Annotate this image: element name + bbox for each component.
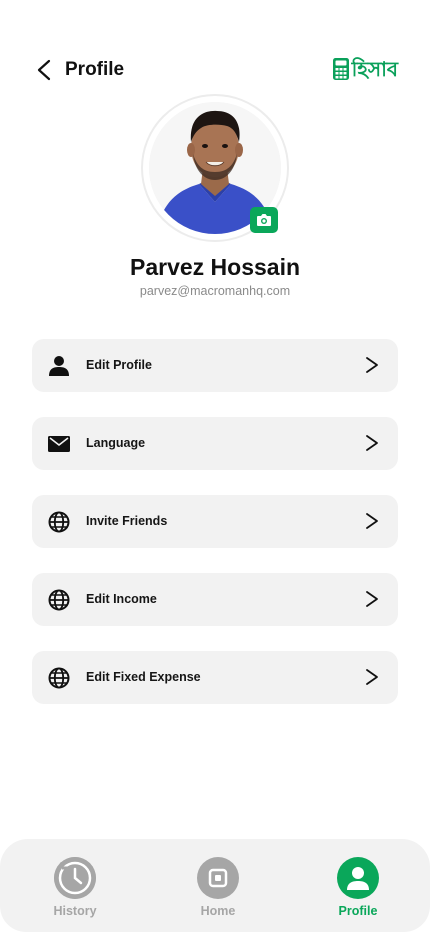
header: Profile হিসাব <box>0 52 430 88</box>
profile-icon <box>337 857 379 899</box>
person-icon <box>47 354 71 378</box>
globe-icon <box>47 510 71 534</box>
bottom-tab-bar: History Home Profile <box>0 839 430 932</box>
globe-icon <box>47 666 71 690</box>
tab-home[interactable]: Home <box>173 857 263 918</box>
tab-label: History <box>53 904 97 918</box>
chevron-right-icon <box>366 669 378 685</box>
menu-item-edit-income[interactable]: Edit Income <box>32 573 398 626</box>
app-logo: হিসাব <box>332 54 398 84</box>
tab-label: Profile <box>338 904 378 918</box>
settings-menu: Edit Profile Language Invite Friends Edi… <box>32 339 398 729</box>
menu-item-label: Edit Fixed Expense <box>86 670 201 684</box>
chevron-right-icon <box>366 513 378 529</box>
back-button[interactable] <box>30 56 58 84</box>
camera-icon <box>257 214 271 226</box>
menu-item-label: Edit Profile <box>86 358 152 372</box>
menu-item-invite-friends[interactable]: Invite Friends <box>32 495 398 548</box>
user-name: Parvez Hossain <box>129 254 301 280</box>
tab-history[interactable]: History <box>30 857 120 918</box>
chevron-left-icon <box>37 59 51 81</box>
menu-item-label: Language <box>86 436 146 450</box>
menu-item-edit-fixed-expense[interactable]: Edit Fixed Expense <box>32 651 398 704</box>
menu-item-edit-profile[interactable]: Edit Profile <box>32 339 398 392</box>
change-photo-button[interactable] <box>250 207 278 233</box>
tab-profile[interactable]: Profile <box>313 857 403 918</box>
chevron-right-icon <box>366 591 378 607</box>
chevron-right-icon <box>366 435 378 451</box>
user-email: parvez@macromanhq.com <box>139 284 291 298</box>
globe-icon <box>47 588 71 612</box>
tab-label: Home <box>200 904 236 918</box>
logo-text: হিসাব <box>351 57 398 81</box>
calculator-icon <box>332 58 349 80</box>
envelope-icon <box>47 432 71 456</box>
menu-item-language[interactable]: Language <box>32 417 398 470</box>
chevron-right-icon <box>366 357 378 373</box>
profile-avatar <box>141 94 289 242</box>
clock-icon <box>54 857 96 899</box>
menu-item-label: Invite Friends <box>86 514 168 528</box>
home-icon <box>197 857 239 899</box>
page-title: Profile <box>65 59 125 80</box>
menu-item-label: Edit Income <box>86 592 157 606</box>
